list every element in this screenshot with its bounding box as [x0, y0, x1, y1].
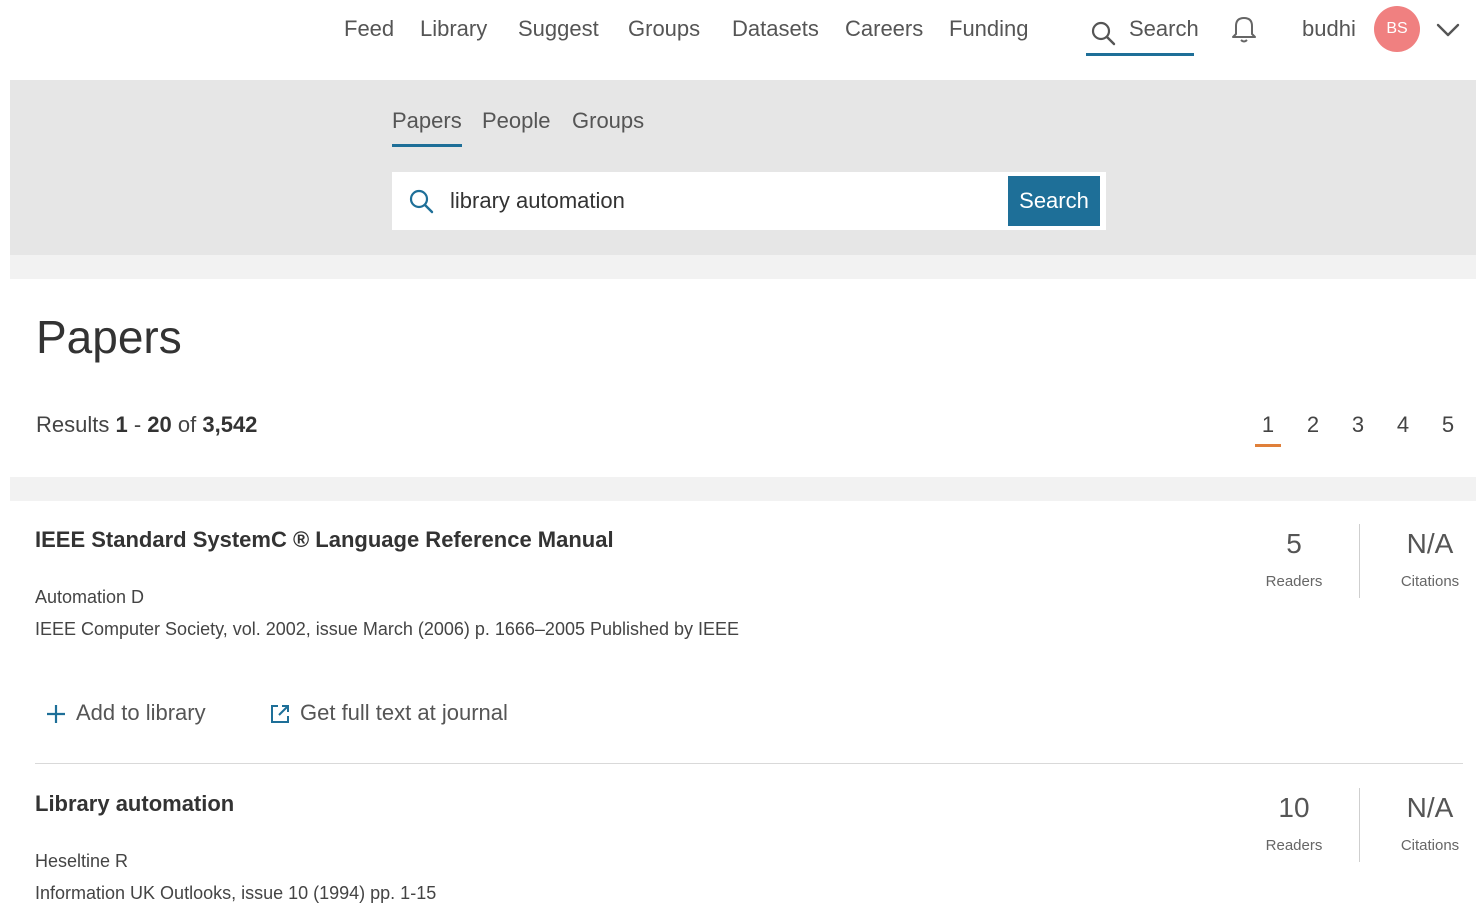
results-prefix: Results: [36, 412, 110, 437]
page-4[interactable]: 4: [1390, 412, 1416, 438]
results-count: Results 1 - 20 of 3,542: [36, 412, 257, 438]
list-separator: [35, 763, 1463, 764]
page-1[interactable]: 1: [1255, 412, 1281, 447]
external-link-icon: [271, 705, 289, 723]
results-of: of: [171, 412, 203, 437]
results-total: 3,542: [202, 412, 258, 437]
top-navigation: Feed Library Suggest Groups Datasets Car…: [0, 0, 1476, 80]
nav-feed[interactable]: Feed: [344, 16, 394, 42]
nav-suggest[interactable]: Suggest: [518, 16, 599, 42]
add-to-library-button[interactable]: Add to library: [44, 700, 224, 728]
nav-search-label: Search: [1129, 16, 1199, 41]
nav-datasets[interactable]: Datasets: [732, 16, 819, 42]
search-icon: [409, 189, 434, 214]
paper-source: Information UK Outlooks, issue 10 (1994)…: [35, 883, 437, 903]
tab-people[interactable]: People: [482, 108, 551, 144]
paper-source: IEEE Computer Society, vol. 2002, issue …: [35, 619, 740, 639]
readers-count: 5: [1286, 528, 1302, 559]
tab-papers[interactable]: Papers: [392, 108, 462, 147]
bell-icon[interactable]: [1230, 14, 1258, 44]
paper-title[interactable]: IEEE Standard SystemC ® Language Referen…: [35, 527, 614, 553]
paper-authors[interactable]: Heseltine R: [35, 851, 128, 872]
avatar[interactable]: BS: [1374, 6, 1420, 52]
search-panel: Papers People Groups Search: [10, 80, 1476, 255]
user-name[interactable]: budhi: [1302, 16, 1356, 42]
paper-authors[interactable]: Automation D: [35, 587, 144, 608]
metric-divider: [1359, 524, 1360, 598]
add-to-library-label: Add to library: [76, 700, 206, 725]
search-icon: [1091, 21, 1116, 46]
nav-careers[interactable]: Careers: [845, 16, 923, 42]
citations-label: Citations: [1400, 837, 1460, 854]
paper-title[interactable]: Library automation: [35, 791, 234, 817]
tab-groups[interactable]: Groups: [572, 108, 644, 144]
full-text-link[interactable]: Get full text at journal: [268, 700, 528, 728]
readers-label: Readers: [1265, 573, 1323, 590]
citations-count: N/A: [1406, 528, 1454, 559]
full-text-label: Get full text at journal: [300, 700, 508, 725]
citations-label: Citations: [1400, 573, 1460, 590]
metric-divider: [1359, 788, 1360, 862]
results-range-sep: -: [127, 412, 148, 437]
nav-library[interactable]: Library: [420, 16, 487, 42]
nav-funding[interactable]: Funding: [949, 16, 1029, 42]
readers-label: Readers: [1265, 837, 1323, 854]
readers-count: 10: [1278, 792, 1310, 823]
divider: [10, 477, 1476, 501]
plus-icon: [47, 705, 65, 723]
nav-search[interactable]: Search: [1086, 12, 1199, 56]
citations-count: N/A: [1406, 792, 1454, 823]
nav-groups[interactable]: Groups: [628, 16, 700, 42]
page-5[interactable]: 5: [1435, 412, 1461, 438]
results-range-start: 1: [115, 412, 128, 437]
search-button[interactable]: Search: [1008, 176, 1100, 226]
search-input[interactable]: [450, 182, 990, 220]
search-box: Search: [392, 172, 1106, 230]
page-title: Papers: [36, 311, 182, 363]
divider: [10, 255, 1476, 279]
page-3[interactable]: 3: [1345, 412, 1371, 438]
chevron-down-icon[interactable]: [1434, 20, 1462, 40]
page-2[interactable]: 2: [1300, 412, 1326, 438]
results-range-end: 20: [147, 412, 172, 437]
